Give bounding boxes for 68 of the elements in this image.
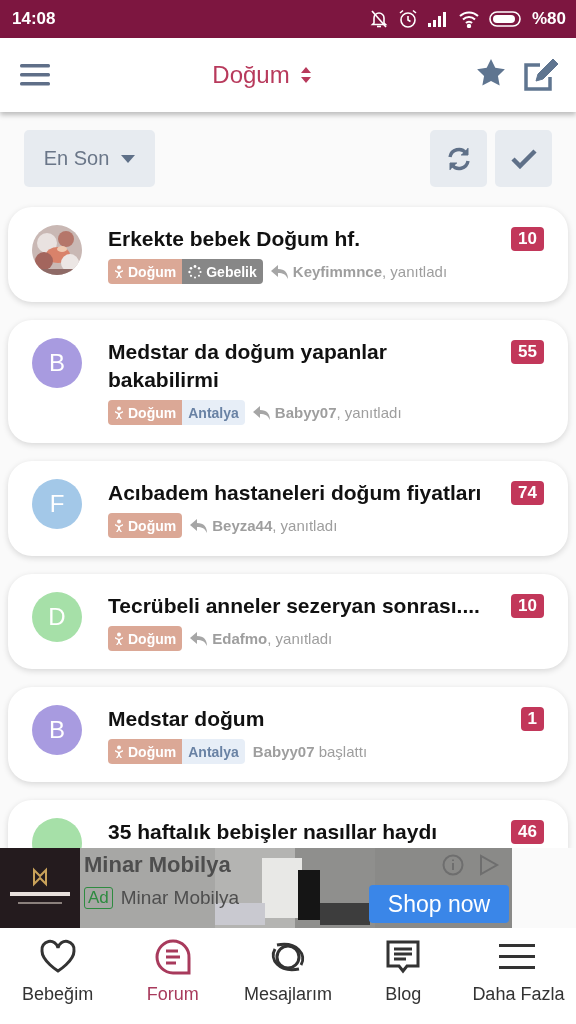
battery-icon [488, 10, 523, 28]
edit-icon[interactable] [522, 57, 560, 93]
topic-card[interactable]: Erkekte bebek Doğum hf. 10 Doğum Gebelik Keyfimmnce, yanıtladı [8, 207, 568, 302]
caret-icon [121, 154, 136, 163]
battery-level: %80 [531, 9, 566, 29]
ad-banner[interactable]: Minar Mobilya Ad Minar Mobilya Shop now [0, 848, 512, 928]
checkmark-icon [510, 148, 537, 169]
topic-title[interactable]: Erkekte bebek Doğum hf. [108, 225, 502, 253]
reply-icon [270, 264, 289, 279]
topic-card[interactable]: 35 haftalık bebişler nasıllar haydı 46 [8, 800, 568, 848]
nav-tab[interactable]: Daha Fazla [460, 938, 576, 1024]
activity-text: Beyza44, yanıtladı [212, 517, 338, 534]
activity-text: Keyfimmnce, yanıtladı [292, 263, 448, 280]
topic-card[interactable]: D Tecrübeli anneler sezeryan sonrası.... 10 Doğum Edafmo, yanıtladı [8, 574, 568, 669]
signal-icon [426, 10, 449, 28]
baby-icon [114, 744, 124, 759]
topic-card[interactable]: B Medstar doğum 1 Doğum Antalya Babyy07 başlattı [8, 687, 568, 782]
topic-title[interactable]: Acıbadem hastaneleri doğum fiyatları [108, 479, 502, 507]
nav-tab[interactable]: Blog [345, 938, 461, 1024]
topic-title[interactable]: Medstar doğum [108, 705, 511, 733]
reply-count: 1 [520, 707, 544, 731]
advertiser-name: Minar Mobilya [120, 887, 240, 908]
activity-text: Babyy07, yanıtladı [274, 404, 402, 421]
refresh-button[interactable] [430, 130, 487, 187]
mark-read-button[interactable] [495, 130, 552, 187]
reply-icon [190, 631, 209, 646]
topic-title[interactable]: Medstar da doğum yapanlar bakabilirmi [108, 338, 502, 394]
baby-icon [114, 631, 124, 646]
baby-icon [114, 264, 124, 279]
nav-tab[interactable]: Mesajlarım [230, 938, 346, 1024]
topic-title[interactable]: 35 haftalık bebişler nasıllar haydı [108, 818, 502, 846]
avatar-letter: F [49, 490, 65, 518]
nav-tab[interactable]: Bebeğim [0, 938, 116, 1024]
topic-title[interactable]: Tecrübeli anneler sezeryan sonrası.... [108, 592, 502, 620]
wifi-icon [457, 10, 480, 28]
ad-headline: Minar Mobilya [84, 852, 231, 877]
sort-arrows-icon [299, 66, 312, 84]
avatar-letter: D [48, 603, 66, 631]
shop-now-button[interactable]: Shop now [369, 885, 509, 923]
activity-text: Edafmo, yanıtladı [212, 630, 333, 647]
blog-icon [384, 938, 423, 976]
reply-count: 55 [511, 340, 544, 364]
baby-icon [114, 518, 124, 533]
nav-tab[interactable]: Forum [115, 938, 231, 1024]
topic-card[interactable]: F Acıbadem hastaneleri doğum fiyatları 74 Doğum Beyza44, yanıtladı [8, 461, 568, 556]
category-dropdown[interactable]: Doğum [212, 61, 312, 89]
reply-count: 74 [511, 481, 544, 505]
reply-count: 10 [511, 594, 544, 618]
baby-icon [114, 405, 124, 420]
category-tag[interactable]: Gebelik [182, 259, 263, 284]
avatar-letter: B [49, 716, 65, 744]
avatar-letter: B [49, 349, 65, 377]
clock-time: 14:08 [12, 9, 56, 28]
refresh-icon [445, 145, 472, 172]
menu-icon[interactable] [20, 62, 50, 88]
reply-icon [190, 518, 209, 533]
reply-count: 46 [511, 820, 544, 844]
activity-text: Babyy07 başlattı [252, 743, 368, 760]
muted-bell-icon [368, 9, 389, 29]
spinner-icon [188, 264, 203, 279]
ad-label: Ad [84, 887, 113, 909]
alarm-clock-icon [397, 9, 418, 29]
sort-dropdown[interactable]: En Son [24, 130, 155, 187]
reply-icon [252, 405, 271, 420]
logo-icon [0, 848, 80, 928]
reply-count: 10 [511, 227, 544, 251]
forum-icon [153, 938, 192, 976]
topic-card[interactable]: B Medstar da doğum yapanlar bakabilirmi 55 Doğum Antalya Babyy07, yanıtladı [8, 320, 568, 443]
